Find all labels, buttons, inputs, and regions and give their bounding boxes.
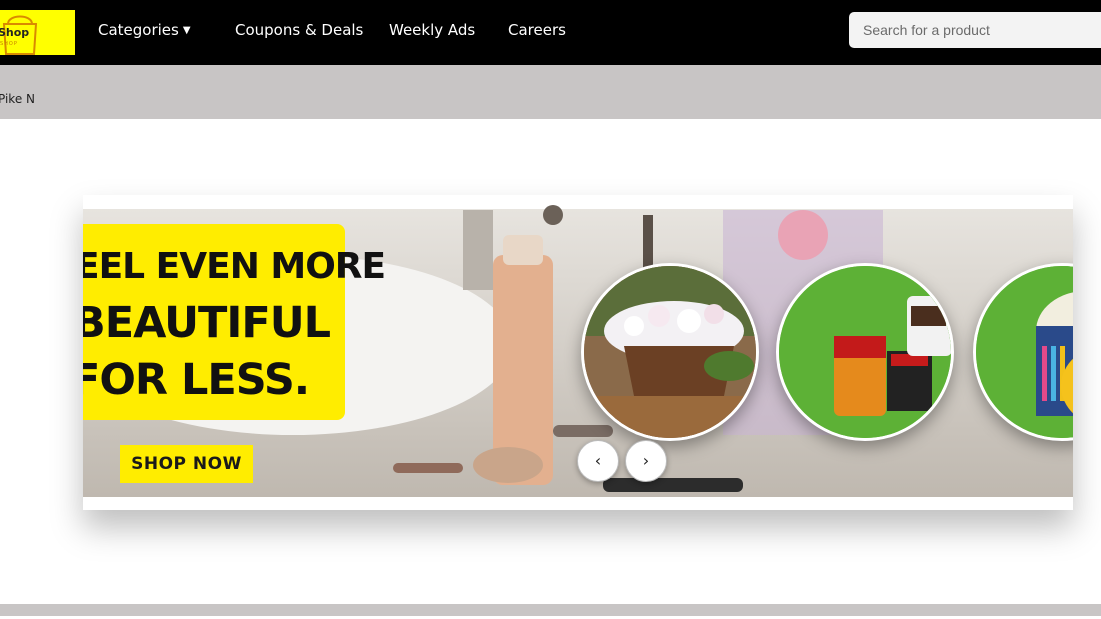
store-location-text[interactable]: Pike N [0, 92, 35, 106]
nav-coupons-deals[interactable]: Coupons & Deals [235, 21, 363, 39]
nav-weekly-ads[interactable]: Weekly Ads [389, 21, 475, 39]
carousel-prev-button[interactable]: ‹ [577, 440, 619, 482]
caret-down-icon: ▼ [182, 25, 191, 36]
store-location-bar [0, 65, 1101, 119]
nav-categories-label: Categories [98, 21, 179, 39]
promo-line-3: FOR LESS. [83, 355, 310, 405]
shop-now-button[interactable]: SHOP NOW [120, 445, 253, 483]
nav-coupons-label: Coupons & Deals [235, 21, 364, 39]
circle-thumbnail-flowers[interactable] [581, 263, 759, 441]
nav-categories[interactable]: Categories ▼ [98, 21, 191, 39]
flower-planter-image [584, 266, 756, 438]
top-navigation-bar: Shop SHOP Categories ▼ Coupons & Deals We… [0, 0, 1101, 65]
logo-text: Shop [0, 26, 30, 39]
circle-thumbnail-groceries[interactable] [776, 263, 954, 441]
nav-careers[interactable]: Careers [508, 21, 566, 39]
section-divider [0, 604, 1101, 619]
nav-weekly-ads-label: Weekly Ads [389, 21, 476, 39]
store-logo[interactable]: Shop SHOP [0, 10, 75, 55]
carousel-next-button[interactable]: › [625, 440, 667, 482]
promo-line-1: EEL EVEN MORE [83, 246, 386, 287]
promo-line-2: BEAUTIFUL [83, 298, 331, 348]
nav-careers-label: Careers [508, 21, 566, 39]
hero-banner[interactable]: EEL EVEN MORE BEAUTIFUL FOR LESS. SHOP N… [83, 195, 1073, 510]
chevron-right-icon: › [642, 451, 650, 470]
chevron-left-icon: ‹ [594, 451, 602, 470]
logo-subtext: SHOP [0, 41, 18, 47]
search-input[interactable] [849, 12, 1101, 48]
promo-text-box: EEL EVEN MORE BEAUTIFUL FOR LESS. [83, 224, 386, 420]
grocery-products-image [779, 266, 951, 438]
